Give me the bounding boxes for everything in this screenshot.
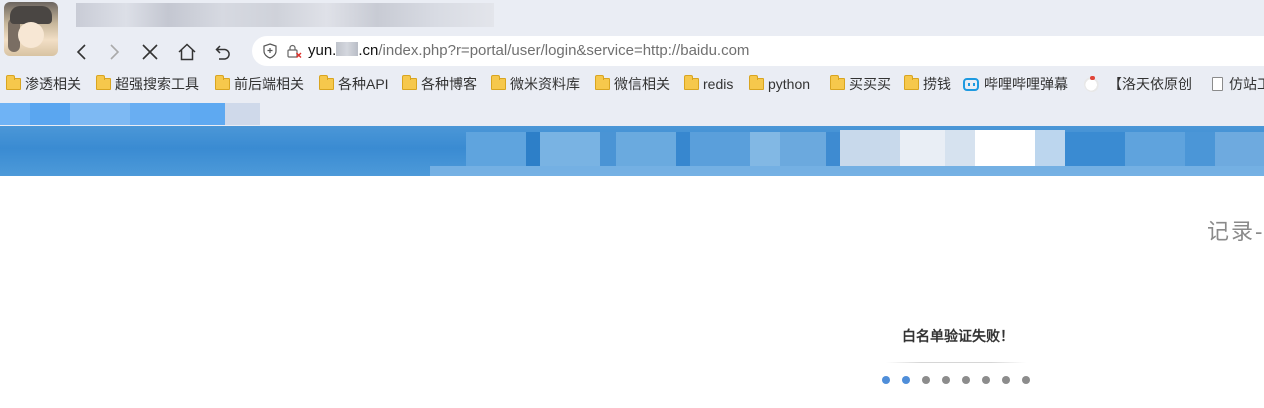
bookmark-folder[interactable]: 微米资料库 [491,74,580,94]
address-bar[interactable]: yun. .cn/index.php?r=portal/user/login&se… [252,36,1264,66]
chevron-right-icon [110,44,120,60]
loader-dot [922,376,930,384]
bookmark-folder[interactable]: 各种API [319,74,389,94]
bookmark-label: redis [703,76,734,92]
url-path: /index.php?r=portal/user/login&service=h… [378,42,750,59]
bookmark-folder[interactable]: 超强搜索工具 [96,74,199,94]
folder-icon [904,75,919,90]
loader-dot [1022,376,1030,384]
home-button[interactable] [173,38,201,66]
folder-icon [595,75,610,90]
bookmark-folder[interactable]: 买买买 [830,74,891,94]
folder-icon [749,75,764,90]
back-button[interactable] [68,38,96,66]
browser-chrome: yun. .cn/index.php?r=portal/user/login&se… [0,0,1264,130]
url-host-suffix: .cn [358,42,379,59]
folder-icon [684,75,699,90]
loader-dot [942,376,950,384]
folder-icon [96,75,111,90]
folder-icon [6,75,21,90]
bookmark-label: 微米资料库 [510,76,580,92]
bookmark-label: 哔哩哔哩弹幕 [984,76,1068,92]
status-message: 白名单验证失败！ [902,328,1014,344]
insecure-lock-icon[interactable] [286,43,302,59]
bookmark-label: python [768,76,811,92]
folder-icon [491,75,506,90]
bookmark-folder[interactable]: 捞钱 [904,74,951,94]
loader-dot [1002,376,1010,384]
loader-dot [902,376,910,384]
site-header-redacted [0,126,1264,176]
page-icon [1212,77,1223,91]
bookmark-folder[interactable]: 微信相关 [595,74,670,94]
bookmark-label: 各种博客 [421,76,477,92]
bookmark-label: 前后端相关 [234,76,304,92]
bookmark-label: 微信相关 [614,76,670,92]
bookmark-label: 各种API [338,76,389,92]
forward-button[interactable] [100,38,128,66]
profile-avatar[interactable] [4,2,58,56]
stop-button[interactable] [136,38,164,66]
bookmark-label: 渗透相关 [25,76,81,92]
url-host-prefix: yun. [308,42,337,59]
tab-title-redacted[interactable] [76,3,494,27]
folder-icon [319,75,334,90]
bookmark-folder[interactable]: 前后端相关 [215,74,304,94]
folder-icon [402,75,417,90]
folder-icon [830,75,845,90]
loader-dot [962,376,970,384]
bookmark-label: 仿站工 [1229,76,1264,92]
bookmark-folder[interactable]: 各种博客 [402,74,477,94]
home-icon [178,43,196,61]
chevron-left-icon [76,44,86,60]
close-icon [142,44,158,60]
bookmark-folder[interactable]: redis [684,74,733,94]
bookmark-folder[interactable]: python [749,74,810,94]
bookmark-label: 超强搜索工具 [115,76,199,92]
bookmark-link[interactable]: 【洛天依原创 [1084,74,1192,94]
message-divider [886,362,1026,363]
url-text: yun. .cn/index.php?r=portal/user/login&se… [308,42,749,60]
loading-indicator [882,376,1030,384]
bookmark-folder[interactable]: 渗透相关 [6,74,81,94]
side-handwriting-text: 记录- [1207,220,1264,245]
url-redacted-segment [336,42,359,56]
loader-dot [882,376,890,384]
undo-button[interactable] [209,38,237,66]
bookmark-label: 捞钱 [923,76,951,92]
loader-dot [982,376,990,384]
folder-icon [215,75,230,90]
bookmark-link[interactable]: 哔哩哔哩弹幕 [963,74,1068,94]
shield-icon[interactable] [262,43,278,59]
bilibili-icon [963,77,979,91]
bookmarks-bar: 渗透相关 超强搜索工具 前后端相关 各种API 各种博客 微米资料库 微信相关 … [0,72,1264,96]
bookmark-label: 【洛天依原创 [1108,76,1192,92]
undo-icon [215,45,230,60]
chick-icon [1084,76,1100,92]
bookmark-label: 买买买 [849,76,891,92]
bookmark-link[interactable]: 仿站工 [1212,74,1264,94]
